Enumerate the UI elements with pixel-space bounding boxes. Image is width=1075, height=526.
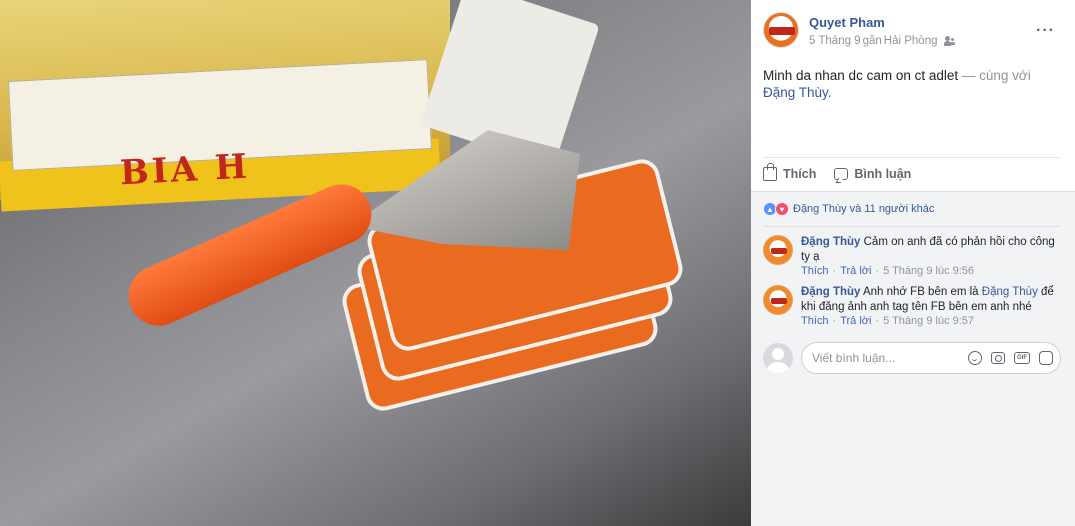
post-photo[interactable]: BIA H bbox=[0, 0, 751, 526]
comment-text: Anh nhớ FB bên em là bbox=[862, 286, 979, 298]
love-reaction-icon: ♥ bbox=[775, 202, 789, 216]
comment-icon bbox=[834, 168, 849, 180]
author-name[interactable]: Quyet Pham bbox=[809, 15, 885, 30]
comment-author[interactable]: Đặng Thùy bbox=[801, 286, 860, 298]
friends-audience-icon[interactable] bbox=[943, 36, 956, 46]
comment-tag[interactable]: Đặng Thùy bbox=[982, 286, 1038, 298]
more-options-icon[interactable]: ··· bbox=[1036, 22, 1055, 40]
post-meta: 5 Tháng 9 gần Hải Phòng bbox=[809, 35, 956, 47]
like-button[interactable]: Thích bbox=[763, 163, 816, 185]
comment-meta: Thích · Trả lời · 5 Tháng 9 lúc 9:57 bbox=[801, 315, 975, 327]
comment-composer: GIF bbox=[763, 342, 1063, 374]
comment-like-link[interactable]: Thích bbox=[801, 315, 829, 327]
comment-label: Bình luận bbox=[854, 167, 912, 181]
comment-button[interactable]: Bình luận bbox=[834, 163, 911, 185]
with-label: — cùng với bbox=[961, 68, 1031, 83]
location-prefix: gần bbox=[862, 35, 882, 47]
gif-icon[interactable]: GIF bbox=[1014, 352, 1030, 364]
reactions-text: Đặng Thùy và 11 người khác bbox=[793, 203, 935, 215]
composer-tools: GIF bbox=[968, 351, 1053, 365]
comment-time[interactable]: 5 Tháng 9 lúc 9:56 bbox=[883, 265, 974, 277]
commenter-avatar[interactable] bbox=[763, 235, 793, 265]
commenter-avatar[interactable] bbox=[763, 285, 793, 315]
divider bbox=[763, 226, 1060, 227]
post-date[interactable]: 5 Tháng 9 bbox=[809, 35, 861, 47]
comment-like-link[interactable]: Thích bbox=[801, 265, 829, 277]
thumbs-up-icon bbox=[763, 163, 777, 181]
box-print-text: BIA H bbox=[119, 146, 251, 194]
emoji-icon[interactable] bbox=[968, 351, 982, 365]
post-header: Quyet Pham 5 Tháng 9 gần Hải Phòng ··· bbox=[763, 12, 1063, 52]
like-label: Thích bbox=[783, 167, 817, 181]
comments-area: ▲ ♥ Đặng Thùy và 11 người khác Đặng Thùy… bbox=[751, 191, 1075, 526]
tagged-person[interactable]: Đặng Thùy. bbox=[763, 85, 832, 100]
divider bbox=[763, 157, 1060, 158]
comment-author[interactable]: Đặng Thùy bbox=[801, 236, 860, 248]
camera-icon[interactable] bbox=[991, 352, 1005, 364]
post-location[interactable]: Hải Phòng bbox=[884, 35, 938, 47]
comment-reply-link[interactable]: Trả lời bbox=[840, 315, 871, 327]
post-text: Minh da nhan dc cam on ct adlet — cùng v… bbox=[763, 67, 1061, 101]
comment-body: Đặng Thùy Anh nhớ FB bên em là Đặng Thùy… bbox=[801, 285, 1059, 315]
sticker-icon[interactable] bbox=[1039, 351, 1053, 365]
post-message: Minh da nhan dc cam on ct adlet bbox=[763, 68, 959, 83]
current-user-avatar bbox=[763, 343, 793, 373]
comment-body: Đặng Thùy Cảm on anh đã có phản hồi cho … bbox=[801, 235, 1059, 265]
comment-time[interactable]: 5 Tháng 9 lúc 9:57 bbox=[883, 315, 974, 327]
reactions-summary[interactable]: ▲ ♥ Đặng Thùy và 11 người khác bbox=[763, 202, 934, 216]
comment-reply-link[interactable]: Trả lời bbox=[840, 265, 871, 277]
post-actions: Thích Bình luận bbox=[763, 163, 911, 185]
author-avatar[interactable] bbox=[763, 12, 799, 48]
comment-meta: Thích · Trả lời · 5 Tháng 9 lúc 9:56 bbox=[801, 265, 975, 277]
post-side-panel: Quyet Pham 5 Tháng 9 gần Hải Phòng ··· M… bbox=[751, 0, 1075, 526]
